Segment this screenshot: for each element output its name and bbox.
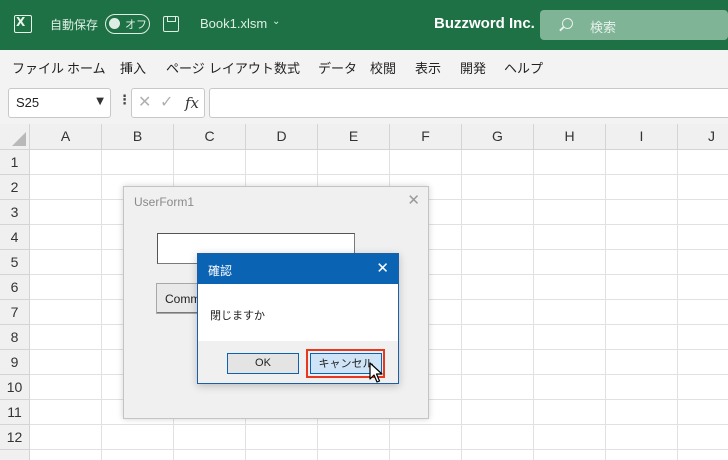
dialog-message: 閉じますか (210, 309, 265, 322)
title-bar: 自動保存 オフ Book1.xlsm ⌄ Buzzword Inc. 検索 (0, 0, 728, 50)
row-header[interactable]: 5 (0, 250, 30, 275)
column-header[interactable]: C (174, 124, 246, 150)
autosave-toggle[interactable]: オフ (105, 14, 150, 34)
column-header[interactable]: H (534, 124, 606, 150)
tab-home[interactable]: ホーム (67, 58, 106, 77)
chevron-down-icon[interactable]: ▼ (96, 96, 104, 107)
column-header[interactable]: B (102, 124, 174, 150)
command-button-label: Comm (165, 292, 201, 306)
row-header[interactable]: 7 (0, 300, 30, 325)
column-header[interactable]: F (390, 124, 462, 150)
row-header[interactable]: 4 (0, 225, 30, 250)
company-name: Buzzword Inc. (434, 15, 535, 32)
chevron-down-icon[interactable]: ⌄ (272, 16, 280, 27)
toggle-label: オフ (125, 18, 147, 31)
dialog-body: 閉じますか (198, 284, 398, 341)
name-box-value: S25 (16, 95, 40, 110)
search-icon (562, 18, 573, 29)
workbook-name[interactable]: Book1.xlsm (200, 16, 267, 31)
pointer-icon (369, 362, 383, 383)
row-header[interactable]: 3 (0, 200, 30, 225)
dialog-titlebar: 確認 ✕ (198, 254, 398, 284)
row-header[interactable]: 1 (0, 150, 30, 175)
save-icon[interactable] (163, 16, 179, 32)
column-header[interactable]: I (606, 124, 678, 150)
row-header[interactable] (0, 450, 30, 460)
more-icon[interactable]: ⋮ (118, 93, 131, 108)
tab-help[interactable]: ヘルプ (504, 58, 543, 77)
tab-file[interactable]: ファイル (12, 58, 64, 77)
column-header[interactable]: J (678, 124, 728, 150)
tab-data[interactable]: データ (318, 58, 357, 77)
formula-bar: S25 ▼ ⋮ ✕ ✓ fx (0, 82, 728, 124)
row-header[interactable]: 6 (0, 275, 30, 300)
ok-button[interactable]: OK (227, 353, 299, 374)
select-all-corner[interactable] (0, 124, 30, 150)
close-icon[interactable]: ✕ (376, 259, 389, 277)
column-header[interactable]: E (318, 124, 390, 150)
tab-formulas[interactable]: 数式 (274, 58, 300, 77)
userform-title: UserForm1 (134, 195, 195, 209)
tab-view[interactable]: 表示 (415, 58, 441, 77)
tab-insert[interactable]: 挿入 (120, 58, 146, 77)
row-header[interactable]: 11 (0, 400, 30, 425)
autosave-label: 自動保存 (50, 18, 99, 32)
formula-input[interactable] (209, 88, 728, 118)
formula-buttons: ✕ ✓ fx (131, 88, 205, 118)
tab-page-layout[interactable]: ページ レイアウト (166, 58, 274, 77)
row-header[interactable]: 2 (0, 175, 30, 200)
toggle-knob (109, 18, 120, 29)
cancel-icon[interactable]: ✕ (138, 92, 151, 111)
excel-icon (14, 15, 32, 33)
row-header[interactable]: 10 (0, 375, 30, 400)
row-header[interactable]: 12 (0, 425, 30, 450)
insert-function-icon[interactable]: fx (185, 94, 199, 112)
column-header[interactable]: D (246, 124, 318, 150)
ribbon-tabs: ファイル ホーム 挿入 ページ レイアウト 数式 データ 校閲 表示 開発 ヘル… (0, 50, 728, 82)
dialog-title: 確認 (208, 264, 233, 278)
row-header[interactable]: 8 (0, 325, 30, 350)
tab-review[interactable]: 校閲 (370, 58, 396, 77)
tab-developer[interactable]: 開発 (460, 58, 486, 77)
search-box[interactable]: 検索 (540, 10, 728, 40)
column-header[interactable]: G (462, 124, 534, 150)
row-header[interactable]: 9 (0, 350, 30, 375)
enter-icon[interactable]: ✓ (160, 92, 173, 111)
column-header[interactable]: A (30, 124, 102, 150)
search-placeholder: 検索 (590, 21, 617, 36)
close-icon[interactable]: ✕ (407, 191, 420, 209)
name-box[interactable]: S25 ▼ (8, 88, 111, 118)
